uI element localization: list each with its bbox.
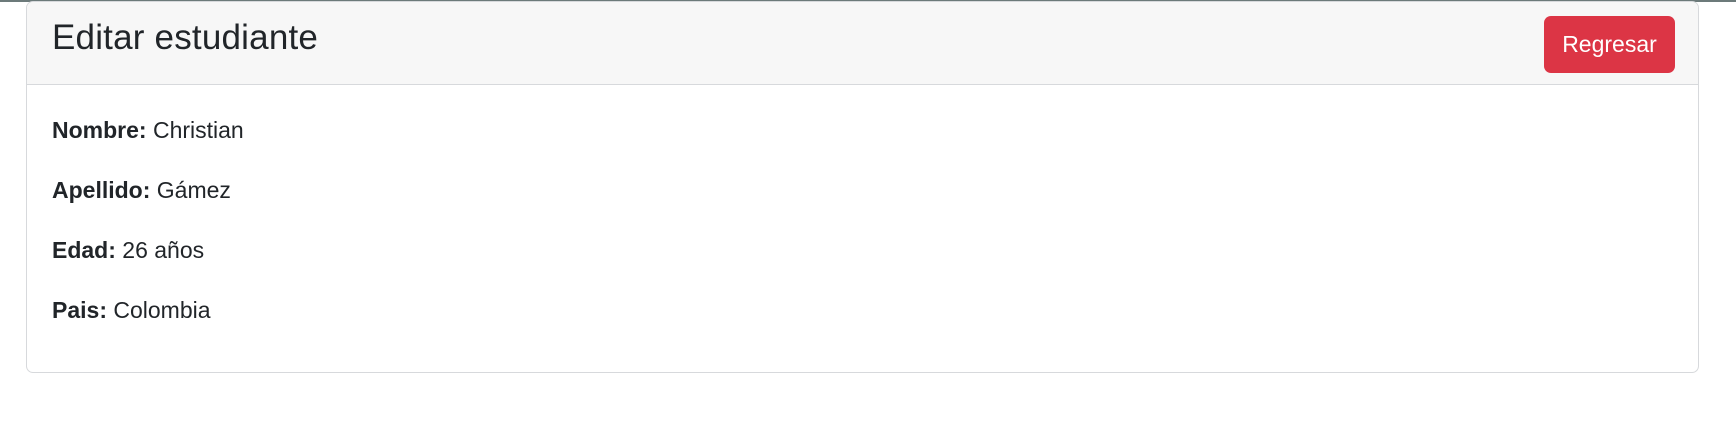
- field-value: Colombia: [113, 297, 211, 323]
- student-card: Editar estudiante Regresar Nombre: Chris…: [26, 1, 1699, 373]
- field-value: Gámez: [156, 177, 231, 203]
- page-title: Editar estudiante: [52, 18, 319, 57]
- field-apellido: Apellido: Gámez: [52, 175, 231, 205]
- field-nombre: Nombre: Christian: [52, 115, 244, 145]
- field-label: Edad:: [52, 237, 123, 263]
- card-header: Editar estudiante Regresar: [27, 2, 1698, 85]
- field-value: 26 años: [122, 237, 205, 263]
- field-label: Nombre:: [52, 117, 153, 143]
- field-value: Christian: [152, 117, 244, 143]
- back-button[interactable]: Regresar: [1544, 16, 1675, 73]
- field-label: Pais:: [52, 297, 114, 323]
- field-edad: Edad: 26 años: [52, 235, 204, 265]
- field-label: Apellido:: [52, 177, 157, 203]
- field-pais: Pais: Colombia: [52, 295, 211, 325]
